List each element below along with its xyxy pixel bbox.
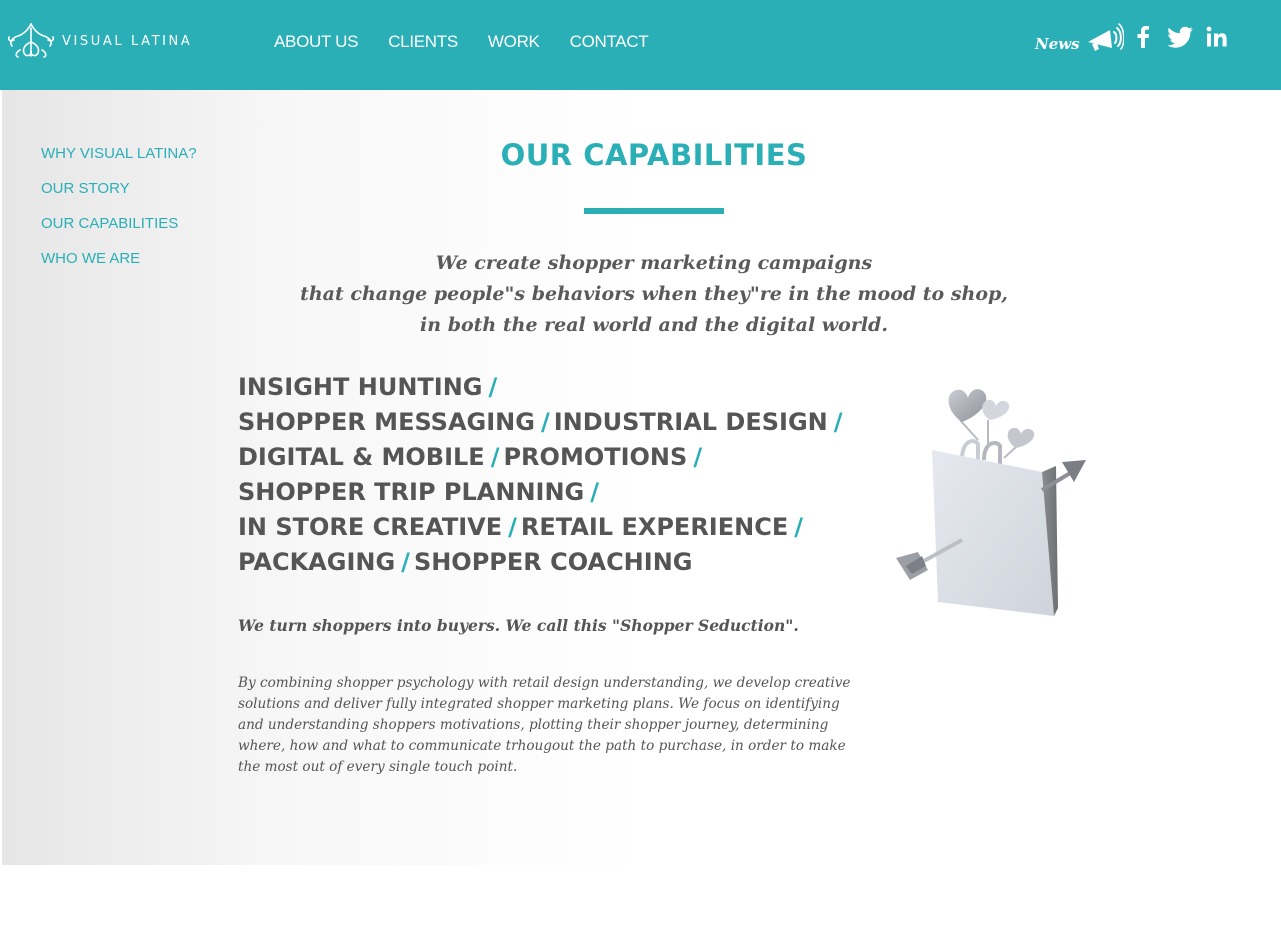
capability-separator: /: [490, 443, 500, 471]
capability-separator: /: [488, 373, 498, 401]
capability-line: PACKAGING / SHOPPER COACHING: [238, 545, 847, 580]
tagline: We turn shoppers into buyers. We call th…: [238, 616, 799, 635]
shopping-bag-hearts-illustration: [892, 380, 1092, 635]
social-links: News: [1035, 22, 1228, 57]
capability-line: SHOPPER MESSAGING / INDUSTRIAL DESIGN /: [238, 405, 847, 440]
capability-item: IN STORE CREATIVE: [238, 513, 503, 541]
main-nav: ABOUT US CLIENTS WORK CONTACT: [274, 32, 678, 52]
intro-line: in both the real world and the digital w…: [420, 314, 888, 336]
body-paragraph: By combining shopper psychology with ret…: [238, 675, 851, 775]
logo-flourish-icon: [7, 23, 55, 58]
capability-separator: /: [508, 513, 517, 541]
news-link[interactable]: News: [1035, 35, 1080, 53]
nav-work[interactable]: WORK: [488, 32, 540, 52]
site-header: VISUAL LATINA ABOUT US CLIENTS WORK CONT…: [0, 0, 1281, 90]
title-underline: [584, 208, 724, 214]
capability-item: DIGITAL & MOBILE: [238, 443, 485, 471]
nav-about-us[interactable]: ABOUT US: [274, 32, 359, 52]
capability-separator: /: [833, 408, 843, 436]
logo[interactable]: VISUAL LATINA: [6, 20, 192, 60]
capability-item: PACKAGING: [238, 548, 396, 576]
capability-separator: /: [401, 548, 410, 576]
intro-statement: We create shopper marketing campaigns th…: [2, 248, 1281, 341]
capability-item: PROMOTIONS: [503, 443, 688, 471]
capability-separator: /: [693, 443, 703, 471]
capability-separator: /: [590, 478, 600, 506]
twitter-icon[interactable]: [1166, 26, 1194, 53]
capability-line: DIGITAL & MOBILE / PROMOTIONS /: [238, 440, 847, 475]
nav-clients[interactable]: CLIENTS: [388, 32, 458, 52]
nav-contact[interactable]: CONTACT: [570, 32, 649, 52]
capability-item: INSIGHT HUNTING: [238, 373, 483, 401]
facebook-icon[interactable]: [1136, 26, 1150, 53]
capability-item: SHOPPER MESSAGING: [238, 408, 535, 436]
capability-line: IN STORE CREATIVE / RETAIL EXPERIENCE /: [238, 510, 847, 545]
sidebar-item-our-story[interactable]: OUR STORY: [41, 180, 197, 215]
page-title: OUR CAPABILITIES: [500, 138, 808, 172]
capability-item: SHOPPER TRIP PLANNING: [238, 478, 585, 506]
content-area: WHY VISUAL LATINA? OUR STORY OUR CAPABIL…: [2, 90, 1281, 865]
megaphone-icon[interactable]: [1086, 22, 1125, 57]
capability-line: SHOPPER TRIP PLANNING /: [238, 475, 847, 510]
logo-text: VISUAL LATINA: [62, 34, 193, 49]
sidebar-item-our-capabilities[interactable]: OUR CAPABILITIES: [41, 215, 197, 250]
capability-item: INDUSTRIAL DESIGN: [553, 408, 828, 436]
capability-item: SHOPPER COACHING: [413, 548, 693, 576]
intro-line: We create shopper marketing campaigns: [435, 252, 873, 274]
intro-line: that change people"s behaviors when they…: [300, 283, 1008, 305]
capability-line: INSIGHT HUNTING /: [238, 370, 847, 405]
capability-item: RETAIL EXPERIENCE: [520, 513, 789, 541]
capabilities-list: INSIGHT HUNTING / SHOPPER MESSAGING / INDUST…: [238, 370, 847, 580]
capability-separator: /: [794, 513, 803, 541]
capability-separator: /: [540, 408, 550, 436]
linkedin-icon[interactable]: [1206, 26, 1228, 53]
